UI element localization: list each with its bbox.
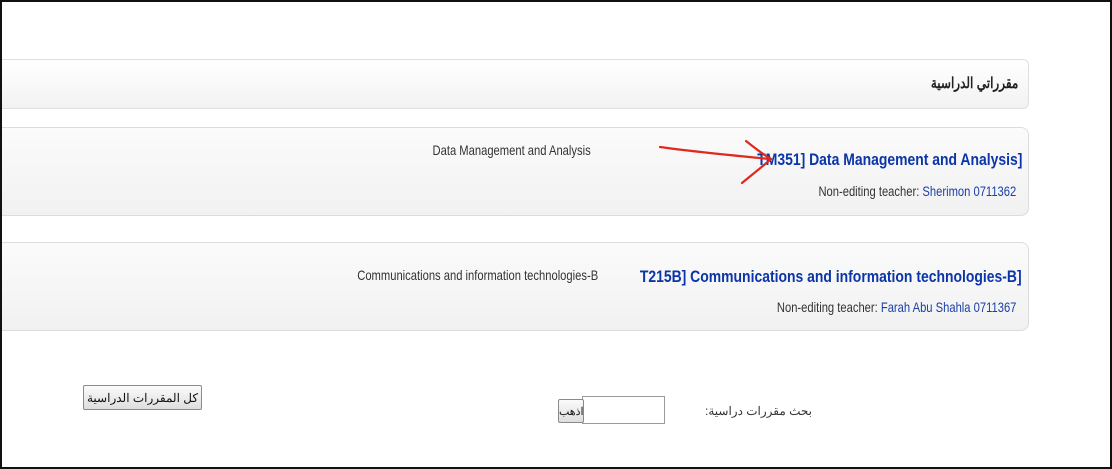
red-arrow-icon <box>658 139 773 185</box>
teacher-line: Non-editing teacher: Farah Abu Shahla 07… <box>776 299 1016 315</box>
search-courses-input[interactable] <box>582 396 665 424</box>
course-box: TM351] Data Management and Analysis] Non… <box>2 127 1029 216</box>
course-box: T215B] Communications and information te… <box>2 242 1029 331</box>
course-title-link[interactable]: T215B] Communications and information te… <box>640 267 1022 287</box>
all-courses-button[interactable]: كل المقررات الدراسية <box>83 385 203 410</box>
teacher-name-link[interactable]: Sherimon 0711362 <box>922 183 1016 199</box>
course-summary: Data Management and Analysis <box>432 142 591 158</box>
course-summary: Communications and information technolog… <box>357 267 598 283</box>
teacher-name-link[interactable]: Farah Abu Shahla 0711367 <box>880 299 1016 315</box>
page-frame: مقرراتي الدراسية TM351] Data Management … <box>0 0 1112 469</box>
block-title: مقرراتي الدراسية <box>930 75 1018 92</box>
teacher-label: Non-editing teacher: <box>776 299 881 315</box>
search-courses-label: بحث مقررات دراسية: <box>705 404 812 418</box>
teacher-label: Non-editing teacher: <box>818 183 923 199</box>
go-button[interactable]: اذهب <box>558 399 584 423</box>
teacher-line: Non-editing teacher: Sherimon 0711362 <box>818 183 1016 199</box>
course-title-link[interactable]: TM351] Data Management and Analysis] <box>757 150 1022 170</box>
my-courses-header: مقرراتي الدراسية <box>2 59 1029 109</box>
